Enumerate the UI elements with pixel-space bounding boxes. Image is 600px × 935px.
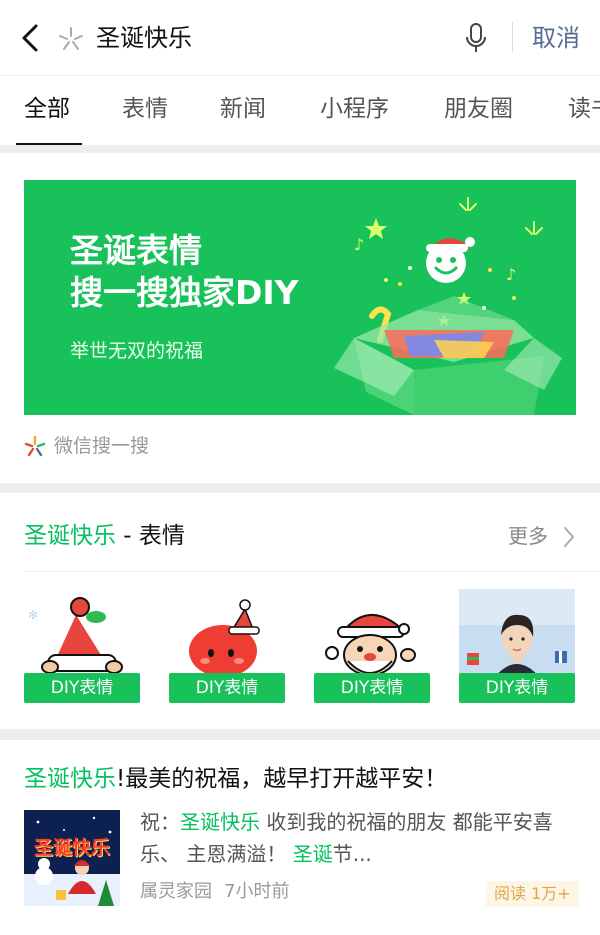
- search-sparkle-icon: [59, 27, 83, 50]
- search-bar: 圣诞快乐 取消: [0, 0, 600, 75]
- stickers-card: 圣诞快乐 - 表情 更多 ✻ DIY表情 DIY表情 DIY表情 DIY表情: [0, 493, 600, 729]
- microphone-icon[interactable]: [462, 20, 490, 56]
- article-thumbnail[interactable]: 圣诞快乐: [24, 810, 120, 906]
- section-title-highlight: 圣诞快乐: [24, 523, 116, 549]
- snippet-highlight: 圣诞快乐: [180, 810, 260, 834]
- back-arrow-icon[interactable]: [14, 20, 48, 56]
- article-source[interactable]: 属灵家园: [140, 881, 212, 902]
- divider: [24, 571, 600, 572]
- more-button[interactable]: 更多: [508, 521, 548, 551]
- banner-title-line1: 圣诞表情: [70, 231, 202, 270]
- santa-hat-icon: ✻: [28, 597, 123, 674]
- diy-sticker-label: DIY表情: [314, 673, 430, 703]
- diy-sticker-label: DIY表情: [459, 673, 575, 703]
- article-title-highlight: 圣诞快乐: [24, 766, 116, 792]
- category-tabs: 全部 表情 新闻 小程序 朋友圈 读书: [0, 75, 600, 145]
- article-card[interactable]: 圣诞快乐!最美的祝福，越早打开越平安！ 圣诞快乐 祝：圣诞快乐 收到我的祝福的朋…: [0, 740, 600, 935]
- section-title: 圣诞快乐 - 表情: [24, 519, 185, 553]
- read-count-badge: 阅读 1万+: [486, 881, 579, 907]
- tab-reading[interactable]: 读书: [568, 92, 600, 126]
- diy-sticker-label: DIY表情: [24, 673, 140, 703]
- divider: [512, 22, 513, 52]
- source-label: 微信搜一搜: [54, 435, 150, 457]
- sticker-item[interactable]: DIY表情: [314, 589, 430, 705]
- article-snippet: 祝：圣诞快乐 收到我的祝福的朋友 都能平安喜乐、 主恩满溢！ 圣诞节...: [140, 806, 580, 870]
- tab-stickers[interactable]: 表情: [122, 92, 168, 126]
- article-title[interactable]: 圣诞快乐!最美的祝福，越早打开越平安！: [24, 762, 584, 796]
- section-title-rest: - 表情: [116, 523, 185, 549]
- promo-card: 圣诞表情 搜一搜独家DIY 举世无双的祝福 ♪ ♪ 微信搜一搜: [0, 153, 600, 483]
- wechat-search-source: 微信搜一搜: [24, 431, 149, 461]
- tab-all[interactable]: 全部: [24, 92, 70, 126]
- tab-news[interactable]: 新闻: [220, 92, 266, 126]
- snippet-prefix: 祝：: [140, 810, 180, 834]
- article-meta: 属灵家园 7小时前: [140, 878, 289, 906]
- sticker-item[interactable]: ✻ DIY表情: [24, 589, 140, 705]
- chevron-right-icon[interactable]: [562, 525, 576, 549]
- svg-text:♪: ♪: [354, 235, 364, 254]
- diy-sticker-label: DIY表情: [169, 673, 285, 703]
- sticker-item[interactable]: DIY表情: [169, 589, 285, 705]
- snippet-highlight: 圣诞: [292, 842, 333, 866]
- tab-moments[interactable]: 朋友圈: [444, 92, 513, 126]
- article-title-rest: !最美的祝福，越早打开越平安！: [116, 766, 448, 792]
- svg-text:✻: ✻: [28, 608, 38, 622]
- apple-santa-icon: [189, 599, 260, 677]
- svg-text:♪: ♪: [506, 265, 516, 284]
- gift-box-illustration: ♪ ♪: [334, 197, 562, 415]
- active-tab-indicator: [16, 143, 82, 145]
- sticker-item[interactable]: DIY表情: [459, 589, 575, 705]
- santa-character-icon: [325, 613, 416, 676]
- banner-title-line2: 搜一搜独家DIY: [70, 273, 299, 312]
- cancel-button[interactable]: 取消: [532, 22, 580, 54]
- tab-mini-programs[interactable]: 小程序: [320, 92, 389, 126]
- banner-subtitle: 举世无双的祝福: [70, 340, 204, 362]
- thumbnail-text: 圣诞快乐: [33, 837, 110, 859]
- person-photo: [459, 589, 575, 679]
- search-input[interactable]: 圣诞快乐: [96, 22, 192, 54]
- article-time: 7小时前: [224, 881, 290, 902]
- wechat-search-icon: [24, 435, 46, 457]
- promo-banner[interactable]: 圣诞表情 搜一搜独家DIY 举世无双的祝福 ♪ ♪: [24, 180, 576, 415]
- snippet-end: 节...: [332, 842, 372, 866]
